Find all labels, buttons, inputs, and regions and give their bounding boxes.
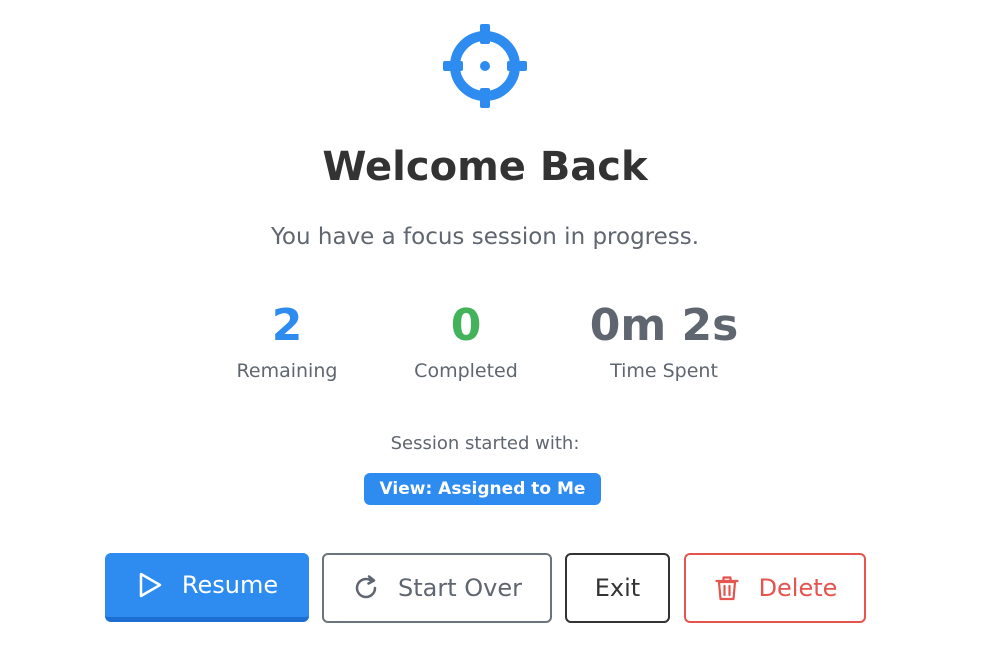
crosshair-target-icon — [443, 24, 527, 108]
session-view-badge: View: Assigned to Me — [364, 473, 601, 505]
stat-remaining: 2 Remaining — [226, 300, 348, 382]
stat-remaining-label: Remaining — [236, 360, 338, 382]
stat-completed-label: Completed — [414, 360, 518, 382]
start-over-button-label: Start Over — [398, 574, 522, 602]
page-title: Welcome Back — [322, 144, 648, 190]
play-icon — [136, 571, 164, 599]
stat-remaining-value: 2 — [271, 300, 303, 351]
stat-time-spent: 0m 2s Time Spent — [578, 300, 750, 382]
delete-button-label: Delete — [758, 574, 838, 602]
resume-button-label: Resume — [181, 571, 279, 599]
stat-completed-value: 0 — [450, 300, 482, 351]
resume-button[interactable]: Resume — [105, 553, 309, 622]
stat-time-spent-label: Time Spent — [610, 360, 718, 382]
exit-button-label: Exit — [594, 574, 641, 602]
exit-button[interactable]: Exit — [565, 553, 670, 623]
trash-icon — [713, 574, 741, 602]
focus-session-resume-dialog: Welcome Back You have a focus session in… — [0, 0, 1008, 658]
page-subtitle: You have a focus session in progress. — [270, 224, 700, 250]
stat-completed: 0 Completed — [404, 300, 528, 382]
delete-button[interactable]: Delete — [684, 553, 866, 623]
restart-icon — [352, 574, 380, 602]
session-started-label: Session started with: — [390, 433, 580, 454]
stat-time-spent-value: 0m 2s — [589, 300, 739, 351]
start-over-button[interactable]: Start Over — [322, 553, 552, 623]
